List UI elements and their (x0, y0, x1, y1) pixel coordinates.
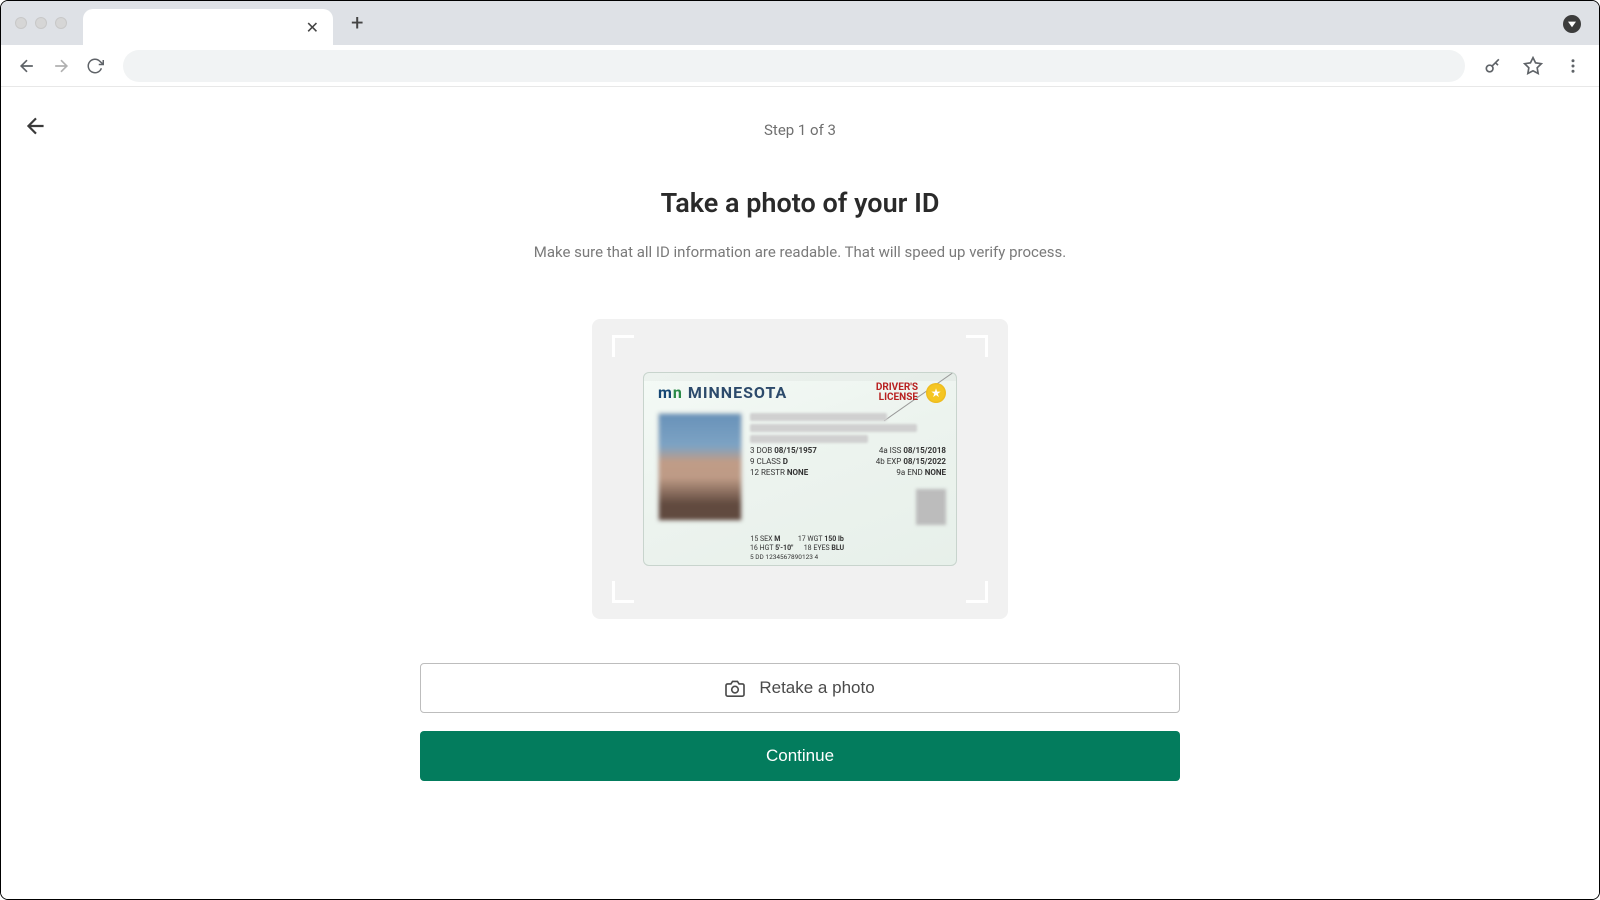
retake-photo-button[interactable]: Retake a photo (420, 663, 1180, 713)
real-id-star-icon: ★ (926, 383, 946, 403)
id-document-number: 5 DD 1234567890123 4 (750, 553, 818, 561)
browser-tab-bar: ✕ + (1, 1, 1599, 45)
password-key-icon[interactable] (1479, 52, 1507, 80)
address-bar[interactable] (123, 50, 1465, 82)
id-fields: 3 DOB 08/15/19574a ISS 08/15/2018 9 CLAS… (750, 413, 946, 477)
crop-corner-icon (966, 581, 988, 603)
crop-corner-icon (612, 335, 634, 357)
continue-button-label: Continue (766, 746, 834, 765)
id-ghost-portrait (916, 489, 946, 525)
id-state-name: mn MINNESOTA (658, 383, 787, 402)
id-bottom-fields: 15 SEX M 17 WGT 150 lb 16 HGT 5'-10" 18 … (750, 535, 844, 553)
browser-tab[interactable]: ✕ (83, 9, 333, 45)
bookmark-star-icon[interactable] (1519, 52, 1547, 80)
step-indicator: Step 1 of 3 (420, 121, 1180, 139)
id-license-label: DRIVER'S LICENSE (876, 383, 918, 403)
continue-button[interactable]: Continue (420, 731, 1180, 781)
new-tab-button[interactable]: + (351, 11, 363, 36)
id-card-image: mn MINNESOTA DRIVER'S LICENSE ★ 3 DOB 08… (643, 372, 957, 566)
close-window-button[interactable] (15, 17, 27, 29)
page-title: Take a photo of your ID (420, 187, 1180, 219)
maximize-window-button[interactable] (55, 17, 67, 29)
retake-button-label: Retake a photo (759, 678, 874, 698)
camera-icon (725, 679, 745, 697)
id-portrait (658, 413, 742, 521)
page-subtitle: Make sure that all ID information are re… (420, 243, 1180, 261)
page-back-button[interactable] (23, 113, 49, 143)
browser-back-button[interactable] (13, 52, 41, 80)
crop-corner-icon (612, 581, 634, 603)
browser-forward-button[interactable] (47, 52, 75, 80)
window-controls (15, 17, 67, 29)
page-content: Step 1 of 3 Take a photo of your ID Make… (1, 87, 1599, 899)
crop-corner-icon (966, 335, 988, 357)
browser-menu-icon[interactable] (1559, 52, 1587, 80)
browser-reload-button[interactable] (81, 52, 109, 80)
minimize-window-button[interactable] (35, 17, 47, 29)
close-tab-icon[interactable]: ✕ (306, 18, 319, 37)
id-photo-preview: mn MINNESOTA DRIVER'S LICENSE ★ 3 DOB 08… (592, 319, 1008, 619)
profile-badge[interactable] (1563, 15, 1581, 33)
browser-toolbar (1, 45, 1599, 87)
